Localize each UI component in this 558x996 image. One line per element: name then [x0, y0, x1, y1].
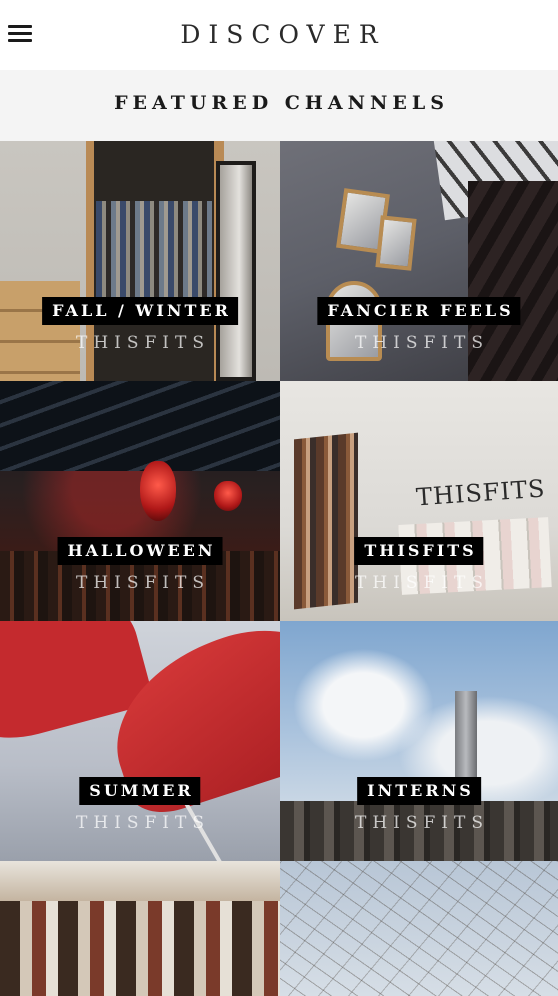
channel-name: FANCIER FEELS	[317, 297, 521, 325]
channel-cover-image	[0, 861, 280, 996]
section-title: FEATURED CHANNELS	[114, 92, 449, 114]
channel-brand: THISFITS	[75, 813, 211, 833]
channel-brand: THISFITS	[75, 333, 211, 353]
page-title: DISCOVER	[180, 20, 386, 49]
mirror-graphic	[375, 215, 417, 271]
shoe-shelf-graphic	[0, 901, 280, 996]
channel-tile-fall-winter[interactable]: FALL / WINTER THISFITS	[0, 141, 280, 381]
channel-tile-halloween[interactable]: HALLOWEEN THISFITS	[0, 381, 280, 621]
dresser-graphic	[0, 281, 80, 381]
top-bar: DISCOVER	[0, 0, 558, 70]
channel-name: FALL / WINTER	[42, 297, 238, 325]
channel-brand: THISFITS	[354, 813, 490, 833]
channel-name: INTERNS	[357, 777, 481, 805]
channel-brand: THISFITS	[354, 333, 490, 353]
lantern-graphic	[214, 481, 242, 511]
featured-channels-header: FEATURED CHANNELS	[0, 70, 558, 141]
channel-tile-shoes[interactable]	[0, 861, 280, 996]
channel-grid: FALL / WINTER THISFITS FANCIER FEELS THI…	[0, 141, 558, 996]
channel-cover-image	[280, 861, 558, 996]
channel-tile-interns[interactable]: INTERNS THISFITS	[280, 621, 558, 861]
channel-name: THISFITS	[354, 537, 484, 565]
ceiling-beams-graphic	[0, 381, 280, 471]
channel-tile-summer[interactable]: SUMMER THISFITS	[0, 621, 280, 861]
channel-tile-fancier-feels[interactable]: FANCIER FEELS THISFITS	[280, 141, 558, 381]
channel-tile-thisfits[interactable]: THISFITS THISFITS THISFITS	[280, 381, 558, 621]
discover-screen: DISCOVER FEATURED CHANNELS FALL / WINTER…	[0, 0, 558, 996]
channel-name: HALLOWEEN	[57, 537, 223, 565]
channel-name: SUMMER	[79, 777, 201, 805]
channel-tile-trees[interactable]	[280, 861, 558, 996]
channel-brand: THISFITS	[75, 573, 211, 593]
wall-lettering: THISFITS	[415, 474, 547, 512]
channel-brand: THISFITS	[354, 573, 490, 593]
lantern-graphic	[140, 461, 176, 521]
